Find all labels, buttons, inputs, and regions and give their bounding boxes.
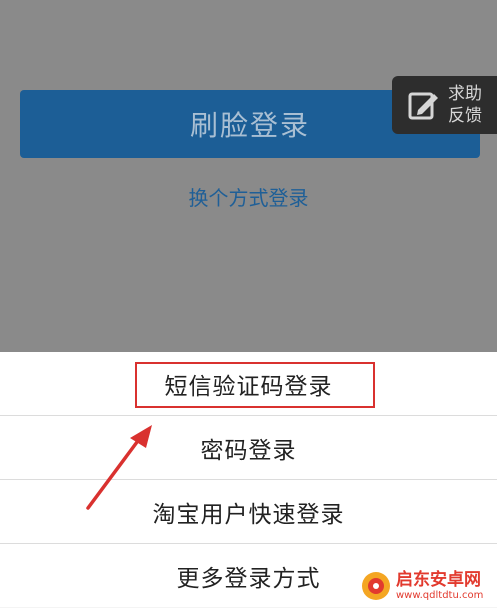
taobao-quick-login-option[interactable]: 淘宝用户快速登录 (0, 480, 497, 544)
dimmed-background: 刷脸登录 换个方式登录 求助 反馈 (0, 0, 497, 352)
highlight-box (135, 362, 375, 408)
annotation-arrow (86, 425, 152, 510)
switch-login-method-link[interactable]: 换个方式登录 (0, 182, 497, 211)
help-label: 求助 (448, 84, 482, 104)
feedback-label: 反馈 (448, 106, 482, 126)
watermark-url: www.qdltdtu.com (396, 590, 484, 601)
watermark-title: 启东安卓网 (396, 570, 481, 590)
edit-note-icon (408, 92, 438, 120)
site-watermark: 启东安卓网 www.qdltdtu.com (360, 566, 495, 606)
help-feedback-button[interactable]: 求助 反馈 (392, 76, 497, 134)
password-login-option[interactable]: 密码登录 (0, 416, 497, 480)
watermark-logo-icon (362, 572, 390, 600)
